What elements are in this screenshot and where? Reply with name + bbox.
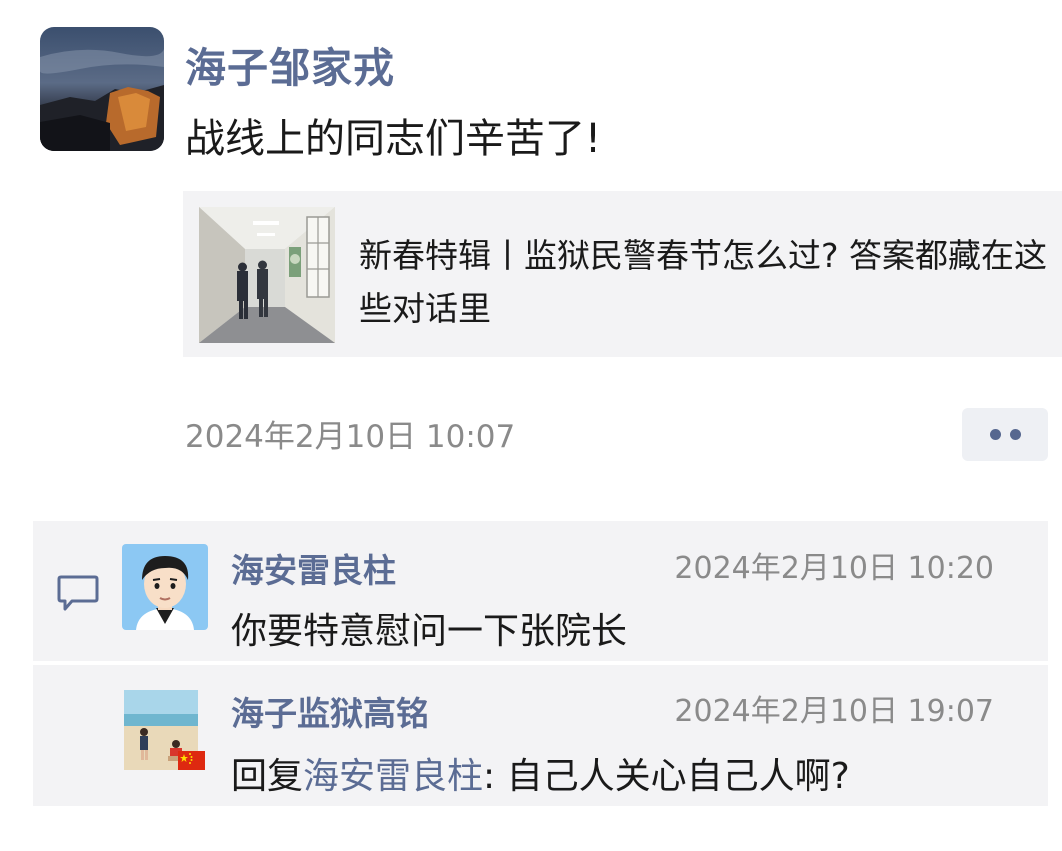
post-author-name[interactable]: 海子邹家戎 <box>185 34 395 94</box>
comments-section: 海安雷良柱 2024年2月10日 10:20 你要特意慰问一下张院长 海子监狱高… <box>33 521 1048 806</box>
post-timestamp: 2024年2月10日 10:07 <box>185 419 516 455</box>
article-title: 新春特辑丨监狱民警春节怎么过? 答案都藏在这些对话里 <box>359 236 1048 328</box>
comment-text: 你要特意慰问一下张院长 <box>231 611 628 652</box>
article-thumbnail <box>199 207 335 343</box>
more-dots-icon <box>989 429 1001 440</box>
reply-target-name[interactable]: 海安雷良柱 <box>303 756 483 797</box>
replier-name[interactable]: 海子监狱高铭 <box>231 687 429 735</box>
reply-prefix: 回复 <box>231 756 304 797</box>
reply-text: 回复海安雷良柱: 自己人关心自己人啊? <box>231 747 850 799</box>
more-dots-icon-second <box>1009 429 1021 440</box>
comment-divider <box>33 661 1048 665</box>
post-author-avatar[interactable] <box>40 27 164 151</box>
china-flag-icon <box>178 751 205 770</box>
comment-timestamp: 2024年2月10日 10:20 <box>674 551 994 586</box>
commenter-avatar[interactable] <box>122 544 208 630</box>
commenter-name[interactable]: 海安雷良柱 <box>231 544 396 592</box>
post-text: 战线上的同志们辛苦了! <box>185 116 602 162</box>
speech-bubble-icon <box>56 574 100 614</box>
more-actions-button[interactable] <box>962 408 1048 461</box>
reply-body: : 自己人关心自己人啊? <box>483 756 850 797</box>
reply-timestamp: 2024年2月10日 19:07 <box>674 694 994 729</box>
shared-article-card[interactable]: 新春特辑丨监狱民警春节怎么过? 答案都藏在这些对话里 <box>183 191 1062 357</box>
